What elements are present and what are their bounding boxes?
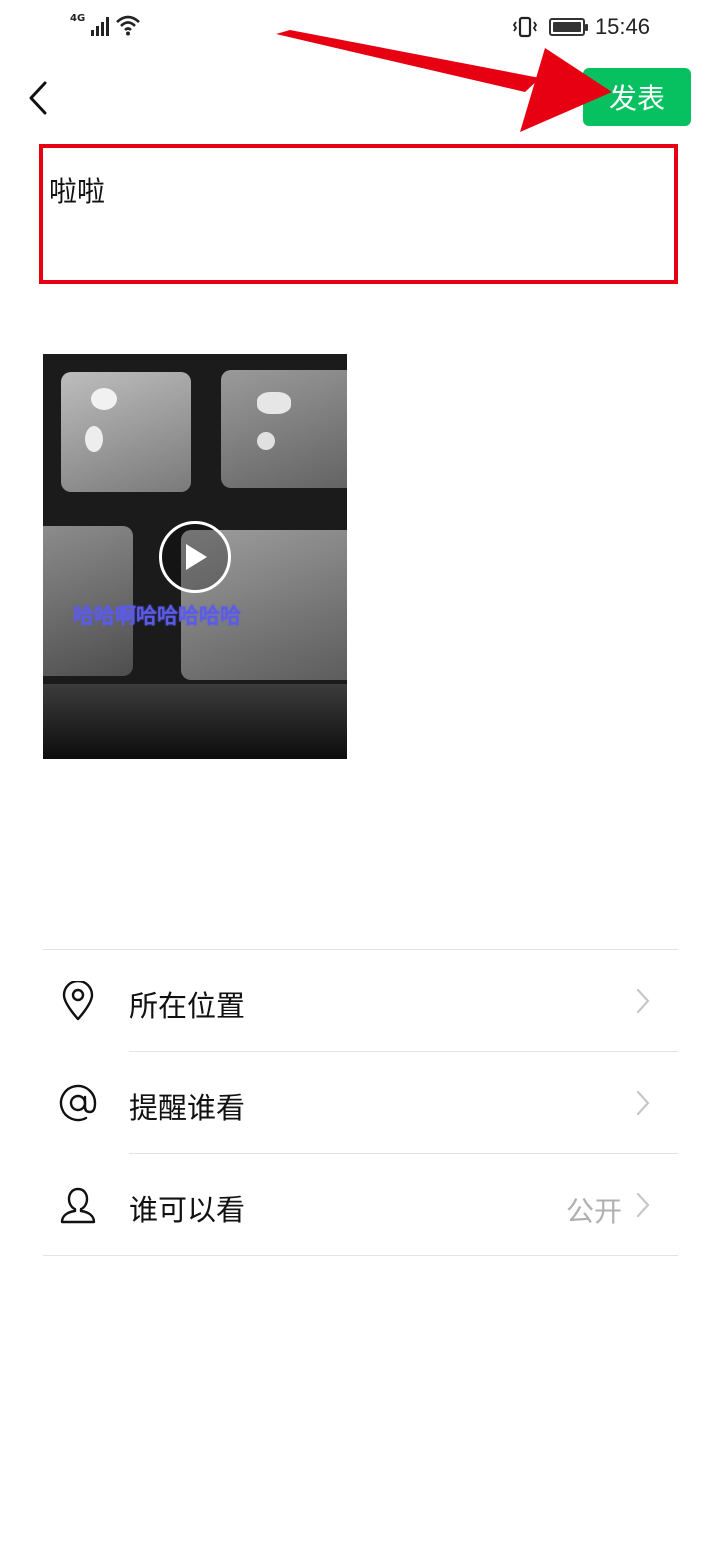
publish-button[interactable]: 发表 [583, 68, 691, 126]
row-visibility[interactable]: 谁可以看 公开 [43, 1154, 678, 1255]
signal-icon [91, 16, 110, 36]
play-icon [186, 544, 207, 570]
post-text-content: 啦啦 [49, 175, 106, 208]
row-visibility-label: 谁可以看 [129, 1193, 246, 1227]
chevron-right-icon [636, 988, 650, 1014]
wifi-icon [116, 15, 141, 36]
status-bar: 4G 15:46 [0, 0, 720, 56]
network-type-label: 4G [70, 13, 86, 24]
publish-button-label: 发表 [608, 82, 665, 115]
chevron-left-icon [29, 81, 47, 115]
key-glyph [257, 432, 275, 450]
chevron-right-icon [636, 1192, 650, 1218]
vibrate-icon [512, 16, 538, 38]
person-icon [60, 1187, 96, 1224]
key-glyph [85, 426, 103, 452]
video-thumbnail[interactable]: 哈哈啊哈哈哈哈哈 [43, 354, 347, 759]
row-location-label: 所在位置 [129, 989, 246, 1023]
location-pin-icon [62, 981, 94, 1021]
video-caption: 哈哈啊哈哈哈哈哈 [73, 604, 241, 628]
network-indicators: 4G [70, 13, 141, 36]
keyboard-key-image [221, 370, 347, 488]
key-glyph [91, 388, 117, 410]
at-sign-icon [59, 1084, 97, 1122]
row-location[interactable]: 所在位置 [43, 950, 678, 1051]
row-remind[interactable]: 提醒谁看 [43, 1052, 678, 1153]
keyboard-key-image [61, 372, 191, 492]
keyboard-shadow [43, 684, 347, 759]
chevron-right-icon [636, 1090, 650, 1116]
settings-list: 所在位置 提醒谁看 谁可以看 公开 [43, 949, 678, 1256]
key-glyph [257, 392, 291, 414]
post-text-input[interactable]: 啦啦 [39, 144, 678, 284]
status-right: 15:46 [511, 14, 650, 40]
divider [43, 1255, 678, 1256]
row-remind-label: 提醒谁看 [129, 1091, 246, 1125]
row-visibility-value: 公开 [565, 1195, 622, 1228]
status-time: 15:46 [594, 14, 650, 39]
play-button[interactable] [159, 521, 231, 593]
battery-icon [548, 18, 588, 36]
back-button[interactable] [18, 74, 58, 122]
